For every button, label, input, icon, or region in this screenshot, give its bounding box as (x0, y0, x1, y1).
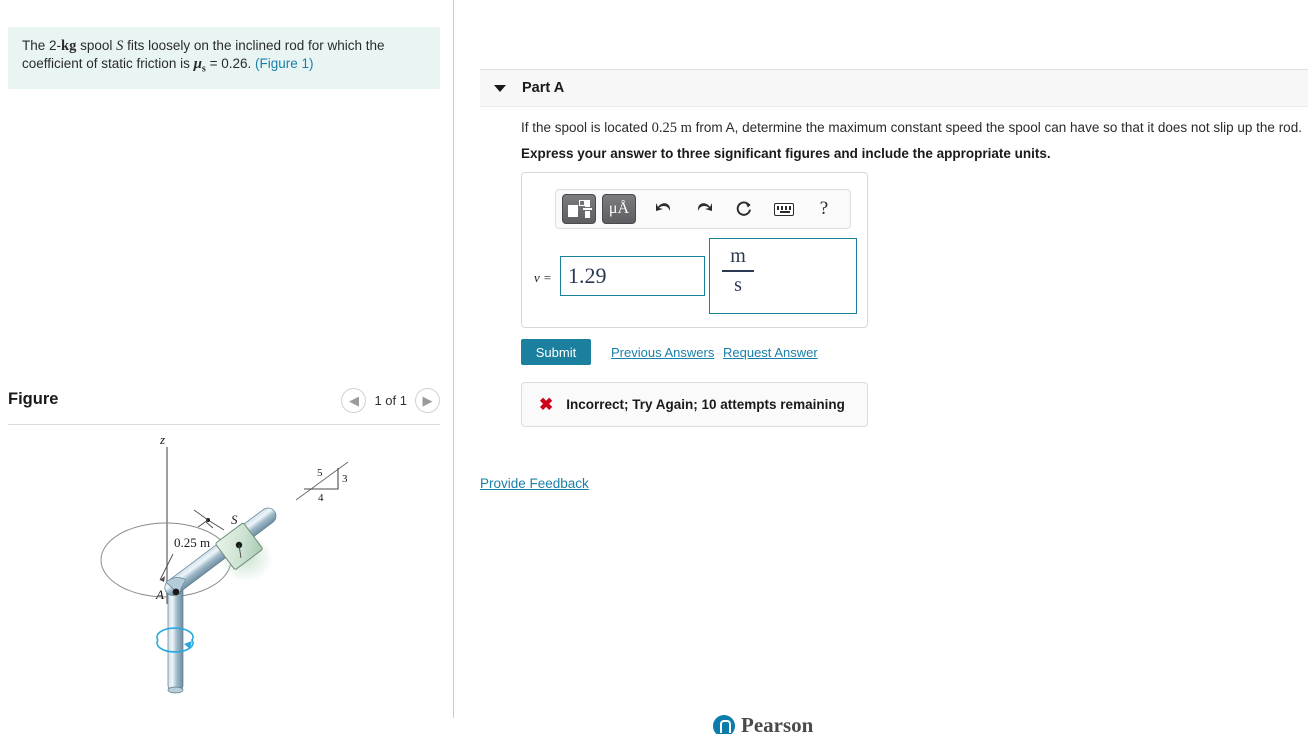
math-template-glyph (568, 200, 592, 218)
units-fraction: m s (722, 245, 754, 297)
undo-arrow-glyph (656, 203, 671, 211)
redo-arrow-glyph (697, 203, 712, 211)
question-pre: If the spool is located (521, 120, 652, 135)
slope-label-4: 4 (318, 492, 324, 504)
keyboard-glyph (774, 202, 794, 216)
problem-line2-pre: coefficient of static friction is (22, 56, 194, 72)
provide-feedback-link[interactable]: Provide Feedback (480, 476, 589, 491)
math-template-icon[interactable] (562, 194, 596, 224)
spool-rod-diagram-svg: z A S 0.25 m 5 3 4 (100, 432, 349, 694)
problem-statement-box: The 2-kg spool S fits loosely on the inc… (8, 27, 440, 89)
help-button[interactable]: ? (804, 194, 844, 224)
figure-divider (8, 424, 440, 425)
feedback-alert: ✖ Incorrect; Try Again; 10 attempts rema… (521, 382, 868, 427)
answer-entry-panel: μÅ ? v = 1.29 m s (521, 172, 868, 328)
previous-answers-link[interactable]: Previous Answers (611, 345, 714, 360)
part-a-title: Part A (522, 80, 565, 96)
feedback-message: Incorrect; Try Again; 10 attempts remain… (566, 397, 845, 412)
submit-button[interactable]: Submit (521, 339, 591, 365)
x-mark-icon: ✖ (539, 395, 554, 414)
reset-circle-icon[interactable] (724, 194, 764, 224)
corner-watermark (1301, 722, 1304, 732)
figure-counter: 1 of 1 (374, 393, 407, 408)
figure-header: Figure ◀ 1 of 1 ▶ (8, 388, 440, 426)
left-panel: The 2-kg spool S fits loosely on the inc… (0, 0, 454, 718)
answer-units-input[interactable]: m s (709, 238, 857, 314)
help-label: ? (819, 198, 829, 219)
question-text: If the spool is located 0.25 m from A, d… (521, 120, 1308, 137)
keyboard-icon[interactable] (764, 194, 804, 224)
figure-diagram: z A S 0.25 m 5 3 4 (8, 432, 440, 702)
units-denominator: s (734, 273, 742, 296)
answer-toolbar: μÅ ? (555, 189, 851, 229)
caret-down-icon[interactable] (494, 84, 506, 92)
page-root: The 2-kg spool S fits loosely on the inc… (0, 0, 1308, 734)
figure-reference-link[interactable]: (Figure 1) (255, 56, 314, 71)
problem-unit-kg: kg (61, 38, 77, 54)
problem-line1-post: fits loosely on the inclined rod for whi… (123, 38, 385, 53)
question-post: from A, determine the maximum constant s… (691, 120, 1302, 135)
units-fraction-bar (722, 270, 754, 272)
axis-label-z: z (159, 432, 165, 447)
units-palette-button[interactable]: μÅ (602, 194, 636, 224)
problem-line2-post: = 0.26. (205, 56, 255, 72)
undo-arrow-icon[interactable] (644, 194, 684, 224)
pearson-logo-icon: Pearson (713, 713, 813, 734)
question-instruction: Express your answer to three significant… (521, 146, 1051, 161)
problem-statement-text: The 2-kg spool S fits loosely on the inc… (22, 37, 426, 77)
question-distance-value: 0.25 m (651, 120, 692, 136)
dimension-label-025m: 0.25 m (174, 535, 210, 550)
chevron-right-icon[interactable]: ▶ (415, 388, 440, 413)
answer-value-input[interactable]: 1.29 (560, 256, 705, 296)
right-panel: Part A If the spool is located 0.25 m fr… (455, 0, 1308, 734)
spool-label-s: S (231, 512, 238, 527)
request-answer-link[interactable]: Request Answer (723, 345, 818, 360)
point-label-a: A (155, 587, 164, 602)
reset-circle-glyph (736, 201, 751, 216)
slope-label-3: 3 (342, 473, 348, 485)
answer-variable-label: v = (534, 270, 552, 285)
figure-navigation: ◀ 1 of 1 ▶ (341, 388, 440, 413)
units-numerator: m (730, 245, 746, 267)
redo-arrow-icon[interactable] (684, 194, 724, 224)
figure-title: Figure (8, 390, 59, 408)
pearson-wordmark: Pearson (741, 713, 814, 734)
units-palette-label: μÅ (608, 200, 630, 217)
problem-line1-pre: The 2- (22, 38, 62, 53)
part-a-header[interactable]: Part A (480, 69, 1308, 107)
problem-mu-symbol: μ (193, 56, 202, 73)
slope-label-5: 5 (317, 467, 323, 479)
pearson-mark-glyph (713, 714, 735, 734)
problem-line1-mid: spool (76, 38, 117, 53)
chevron-left-icon[interactable]: ◀ (341, 388, 367, 413)
answer-value-text: 1.29 (568, 263, 607, 288)
